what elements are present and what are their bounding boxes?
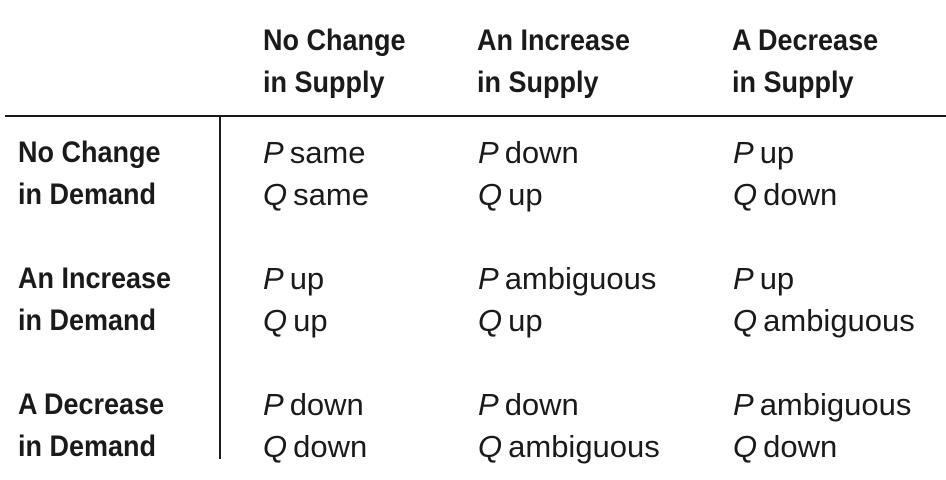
- quantity-result: Qdown: [263, 426, 367, 468]
- column-header-line: in Supply: [477, 66, 599, 99]
- quantity-symbol: Q: [478, 303, 503, 338]
- quantity-value: up: [293, 303, 328, 338]
- column-header-line: in Supply: [732, 66, 854, 99]
- column-header-line: No Change: [263, 24, 406, 57]
- quantity-value: ambiguous: [508, 429, 660, 464]
- price-result: Pdown: [478, 384, 660, 426]
- price-value: up: [759, 135, 795, 170]
- price-result: Psame: [263, 132, 369, 174]
- column-header-decrease-supply: A Decrease in Supply: [732, 20, 878, 104]
- quantity-symbol: Q: [478, 177, 503, 212]
- price-symbol: P: [263, 135, 284, 170]
- row-header-increase-demand: An Increase in Demand: [18, 258, 171, 342]
- price-symbol: P: [478, 387, 499, 422]
- quantity-result: Qup: [263, 300, 328, 342]
- column-header-line: in Supply: [263, 66, 385, 99]
- quantity-value: ambiguous: [763, 303, 915, 338]
- quantity-symbol: Q: [263, 177, 288, 212]
- price-symbol: P: [733, 135, 754, 170]
- price-result: Pup: [733, 132, 837, 174]
- price-value: ambiguous: [504, 261, 657, 296]
- price-result: Pdown: [478, 132, 579, 174]
- price-result: Pdown: [263, 384, 367, 426]
- quantity-symbol: Q: [733, 177, 758, 212]
- price-result: Pambiguous: [478, 258, 656, 300]
- price-result: Pup: [733, 258, 915, 300]
- row-header-no-change-demand: No Change in Demand: [18, 132, 161, 216]
- price-value: down: [289, 387, 364, 422]
- table-cell: Pup Qambiguous: [733, 258, 915, 342]
- quantity-value: down: [293, 429, 368, 464]
- header-divider: [5, 115, 946, 117]
- price-value: down: [504, 135, 579, 170]
- price-value: down: [504, 387, 579, 422]
- table-cell: Pdown Qdown: [263, 384, 367, 468]
- row-header-line: in Demand: [18, 178, 157, 211]
- row-header-line: No Change: [18, 136, 161, 169]
- quantity-result: Qambiguous: [478, 426, 660, 468]
- price-result: Pup: [263, 258, 328, 300]
- price-symbol: P: [263, 387, 284, 422]
- quantity-symbol: Q: [478, 429, 503, 464]
- table-cell: Psame Qsame: [263, 132, 369, 216]
- price-symbol: P: [263, 261, 284, 296]
- table-cell: Pup Qup: [263, 258, 328, 342]
- quantity-symbol: Q: [733, 429, 758, 464]
- price-result: Pambiguous: [733, 384, 911, 426]
- row-header-line: A Decrease: [18, 388, 165, 421]
- price-symbol: P: [478, 261, 499, 296]
- row-header-line: in Demand: [18, 430, 157, 463]
- table-cell: Pup Qdown: [733, 132, 837, 216]
- quantity-result: Qup: [478, 174, 579, 216]
- column-header-increase-supply: An Increase in Supply: [477, 20, 630, 104]
- table-cell: Pambiguous Qdown: [733, 384, 911, 468]
- quantity-value: up: [508, 303, 543, 338]
- quantity-result: Qsame: [263, 174, 369, 216]
- column-header-no-change-supply: No Change in Supply: [263, 20, 406, 104]
- price-symbol: P: [478, 135, 499, 170]
- table-cell: Pdown Qambiguous: [478, 384, 660, 468]
- row-header-divider: [219, 117, 221, 459]
- quantity-symbol: Q: [733, 303, 758, 338]
- price-value: ambiguous: [759, 387, 912, 422]
- quantity-result: Qdown: [733, 174, 837, 216]
- quantity-result: Qdown: [733, 426, 911, 468]
- quantity-result: Qambiguous: [733, 300, 915, 342]
- column-header-line: A Decrease: [732, 24, 879, 57]
- price-symbol: P: [733, 261, 754, 296]
- supply-demand-table: No Change in Supply An Increase in Suppl…: [0, 0, 946, 480]
- price-value: up: [289, 261, 325, 296]
- quantity-symbol: Q: [263, 429, 288, 464]
- row-header-line: An Increase: [18, 262, 172, 295]
- column-header-line: An Increase: [477, 24, 631, 57]
- quantity-value: up: [508, 177, 543, 212]
- price-value: up: [759, 261, 795, 296]
- table-cell: Pambiguous Qup: [478, 258, 656, 342]
- price-value: same: [289, 135, 366, 170]
- price-symbol: P: [733, 387, 754, 422]
- row-header-decrease-demand: A Decrease in Demand: [18, 384, 164, 468]
- quantity-symbol: Q: [263, 303, 288, 338]
- quantity-value: same: [293, 177, 369, 212]
- quantity-value: down: [763, 177, 838, 212]
- table-cell: Pdown Qup: [478, 132, 579, 216]
- quantity-value: down: [763, 429, 838, 464]
- row-header-line: in Demand: [18, 304, 157, 337]
- quantity-result: Qup: [478, 300, 656, 342]
